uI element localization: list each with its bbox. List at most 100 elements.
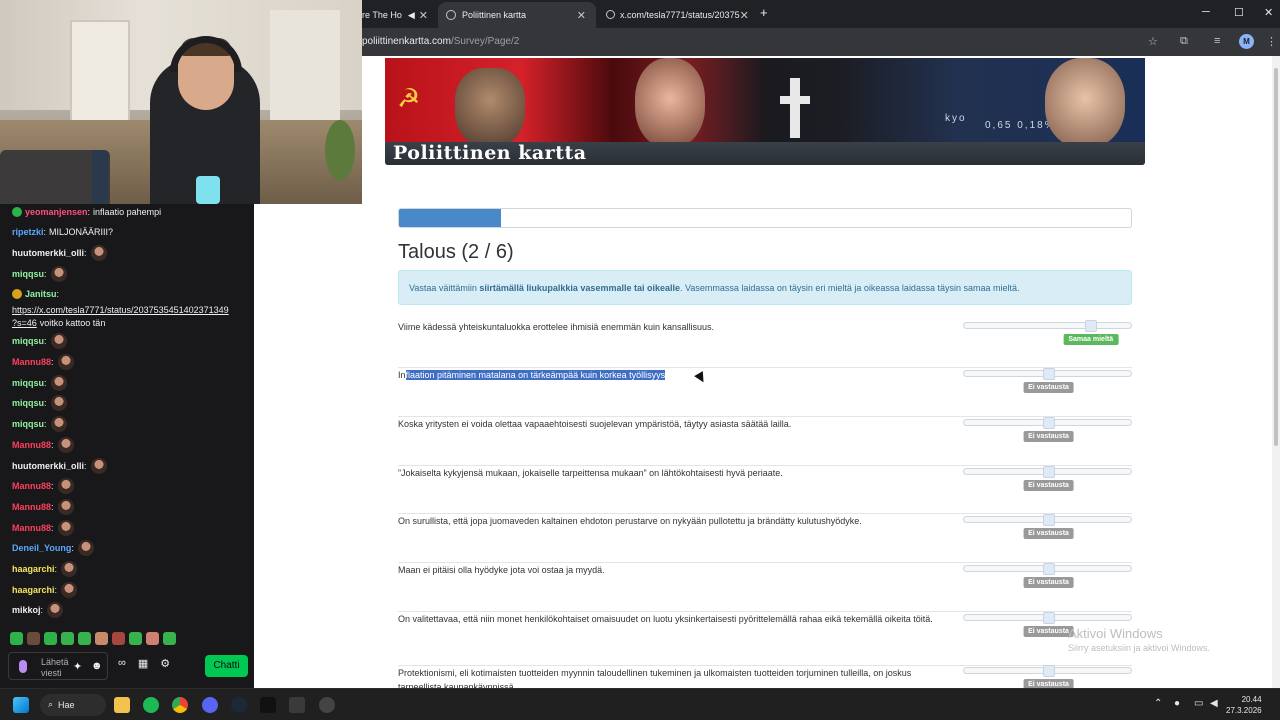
tab-previous[interactable]: re The Ho ◀ ✕	[362, 2, 438, 28]
answer-label: Ei vastausta	[1023, 480, 1074, 491]
obs-icon[interactable]	[319, 697, 335, 713]
chat-username[interactable]: huutomerkki_olli	[12, 248, 84, 258]
spotify-icon[interactable]	[143, 697, 159, 713]
bits-icon[interactable]: ✦	[73, 660, 82, 673]
chat-username[interactable]: miqqsu	[12, 336, 44, 346]
tab-x[interactable]: x.com/tesla7771/status/20375 ✕	[598, 2, 756, 28]
emote-icon[interactable]	[129, 632, 142, 645]
emote-icon[interactable]	[44, 632, 57, 645]
emoji-icon[interactable]: ☻	[91, 660, 103, 672]
close-icon[interactable]: ✕	[740, 9, 749, 22]
maximize-button[interactable]: ☐	[1234, 6, 1244, 19]
windows-start-icon[interactable]	[13, 697, 29, 713]
answer-slider[interactable]: Ei vastausta	[963, 368, 1132, 393]
chat-username[interactable]: miqqsu	[12, 269, 44, 279]
chat-username[interactable]: Mannu88	[12, 440, 51, 450]
hammer-sickle-icon: ☭	[397, 83, 421, 113]
slider-handle[interactable]	[1042, 417, 1055, 429]
emote-icon[interactable]	[146, 632, 159, 645]
chevron-up-icon[interactable]: ⌃	[1154, 698, 1162, 709]
new-tab-button[interactable]: +	[760, 5, 768, 20]
chat-separator: :	[44, 378, 47, 388]
slider-handle[interactable]	[1042, 612, 1055, 624]
volume-icon[interactable]: ◀	[1210, 698, 1218, 709]
menu-icon[interactable]: ⋮	[1266, 35, 1277, 48]
chat-username[interactable]: yeomanjensen	[25, 207, 88, 217]
chat-message: ripetzki: MILJONÄÄRIII?	[12, 224, 113, 240]
store-icon[interactable]: ▦	[138, 657, 148, 670]
emote-icon[interactable]	[27, 632, 40, 645]
slider-handle[interactable]	[1042, 665, 1055, 677]
display-icon[interactable]: ▭	[1194, 698, 1203, 709]
x-app-icon[interactable]	[260, 697, 276, 713]
chat-username[interactable]: Mannu88	[12, 481, 51, 491]
chat-username[interactable]: mikkoj	[12, 605, 41, 615]
emote-icon[interactable]	[10, 632, 23, 645]
chat-username[interactable]: Mannu88	[12, 523, 51, 533]
emote-icon[interactable]	[61, 632, 74, 645]
system-clock[interactable]: 20.44 27.3.2026	[1226, 694, 1262, 716]
chat-username[interactable]: Janitsu	[25, 289, 57, 299]
answer-slider[interactable]: Samaa mieltä	[963, 320, 1132, 345]
minimize-button[interactable]: ─	[1202, 6, 1210, 18]
site-logo-title[interactable]: Poliittinen kartta	[393, 142, 587, 164]
slider-handle[interactable]	[1042, 466, 1055, 478]
chat-username[interactable]: miqqsu	[12, 398, 44, 408]
chat-username[interactable]: Deneil_Young	[12, 543, 71, 553]
close-icon[interactable]: ✕	[419, 9, 428, 22]
taskbar-search[interactable]: ⌕ Hae	[40, 694, 106, 716]
profile-avatar[interactable]: M	[1239, 34, 1254, 49]
chat-username[interactable]: miqqsu	[12, 419, 44, 429]
emote-bar[interactable]	[10, 632, 176, 645]
chat-username[interactable]: ripetzki	[12, 227, 44, 237]
question-text: Maan ei pitäisi olla hyödyke jota voi os…	[398, 565, 605, 575]
discord-icon[interactable]	[202, 697, 218, 713]
slider-handle[interactable]	[1084, 320, 1097, 332]
answer-slider[interactable]: Ei vastausta	[963, 417, 1132, 442]
bookmark-star-icon[interactable]: ☆	[1148, 35, 1158, 48]
chat-username[interactable]: haagarchi	[12, 564, 55, 574]
slider-handle[interactable]	[1042, 514, 1055, 526]
answer-slider[interactable]: Ei vastausta	[963, 665, 1132, 690]
emote-icon[interactable]	[112, 632, 125, 645]
answer-slider[interactable]: Ei vastausta	[963, 612, 1132, 637]
slider-handle[interactable]	[1042, 563, 1055, 575]
tab-active[interactable]: Poliittinen kartta ✕	[438, 2, 596, 28]
emote-icon[interactable]	[78, 632, 91, 645]
channel-points-icon[interactable]: ∞	[118, 657, 126, 670]
answer-slider[interactable]: Ei vastausta	[963, 466, 1132, 491]
address-bar[interactable]: poliittinenkartta.com/Survey/Page/2	[362, 36, 519, 47]
chat-send-button[interactable]: Chatti	[205, 655, 248, 677]
chat-username[interactable]: Mannu88	[12, 357, 51, 367]
chat-message: miqqsu:	[12, 333, 67, 349]
chat-input[interactable]: Lähetä viesti ✦ ☻	[8, 652, 108, 680]
chat-message-list[interactable]: yeomanjensen: inflaatio pahempi ripetzki: M…	[0, 204, 254, 624]
close-icon[interactable]: ✕	[577, 9, 586, 22]
app-icon[interactable]	[289, 697, 305, 713]
chrome-icon[interactable]	[172, 697, 188, 713]
chat-link[interactable]: ?s=46	[12, 318, 37, 328]
extensions-icon[interactable]: ⧉	[1180, 35, 1188, 48]
answer-label: Ei vastausta	[1023, 382, 1074, 393]
chat-username[interactable]: Mannu88	[12, 502, 51, 512]
badge-icon	[12, 207, 22, 217]
chat-link[interactable]: https://x.com/tesla7771/status/203753545…	[12, 305, 229, 315]
emote-icon[interactable]	[163, 632, 176, 645]
answer-slider[interactable]: Ei vastausta	[963, 514, 1132, 539]
chat-username[interactable]: huutomerkki_olli	[12, 461, 84, 471]
media-icon[interactable]: ≡	[1214, 35, 1220, 47]
mic-icon[interactable]	[19, 660, 27, 673]
gear-icon[interactable]: ⚙	[160, 657, 170, 670]
page-scrollbar[interactable]	[1272, 56, 1280, 688]
speaker-icon[interactable]: ◀	[408, 10, 415, 21]
steam-icon[interactable]	[231, 697, 247, 713]
chat-username[interactable]: haagarchi	[12, 585, 55, 595]
answer-slider[interactable]: Ei vastausta	[963, 563, 1132, 588]
emote-icon[interactable]	[95, 632, 108, 645]
slider-handle[interactable]	[1042, 368, 1055, 380]
chat-username[interactable]: miqqsu	[12, 378, 44, 388]
chat-separator: :	[44, 336, 47, 346]
microphone-icon[interactable]: ●	[1174, 698, 1180, 709]
window-close-button[interactable]: ✕	[1264, 6, 1273, 19]
file-explorer-icon[interactable]	[114, 697, 130, 713]
